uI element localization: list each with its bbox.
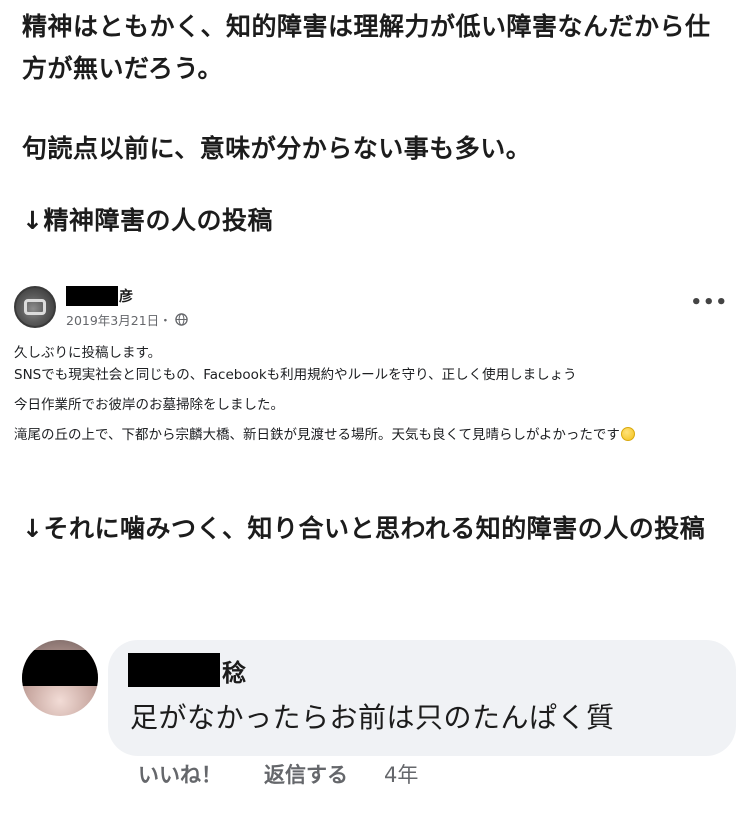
post-line: 久しぶりに投稿します。	[14, 345, 162, 361]
post-author-name[interactable]: 彦	[66, 286, 133, 306]
embedded-post: 彦 2019年3月21日・ ••• 久しぶりに投稿します。 SNSでも現実社会と…	[0, 276, 750, 486]
comment-author-name[interactable]: 稔	[128, 650, 246, 690]
comment-actions: いいね！ 返信する 4年	[138, 758, 418, 790]
post-line-text: 滝尾の丘の上で、下都から宗麟大橋、新日鉄が見渡せる場所。天気も良くて見晴らしがよ…	[14, 427, 620, 443]
redaction-bar	[128, 653, 220, 687]
globe-icon	[174, 313, 188, 326]
redaction-bar	[66, 286, 118, 306]
post-line: 滝尾の丘の上で、下都から宗麟大橋、新日鉄が見渡せる場所。天気も良くて見晴らしがよ…	[14, 424, 744, 446]
comment-text: 足がなかったらお前は只のたんぱく質	[130, 701, 615, 734]
comment-timestamp[interactable]: 4年	[384, 759, 418, 789]
post-line: 今日作業所でお彼岸のお墓掃除をしました。	[14, 397, 284, 413]
post-body: 久しぶりに投稿します。 SNSでも現実社会と同じもの、Facebookも利用規約…	[14, 342, 744, 446]
post-author-avatar[interactable]	[14, 286, 56, 328]
comment-author-avatar[interactable]	[22, 640, 98, 716]
intro-paragraph-1: 精神はともかく、知的障害は理解力が低い障害なんだから仕方が無いだろう。	[22, 12, 711, 83]
redaction-bar	[22, 650, 98, 686]
reply-button[interactable]: 返信する	[264, 759, 348, 789]
like-button[interactable]: いいね！	[138, 759, 222, 789]
post-meta: 2019年3月21日・	[66, 310, 188, 329]
comment-author-name-suffix: 稔	[222, 658, 246, 687]
post-author-name-suffix: 彦	[119, 289, 133, 305]
label-mental-post: ↓精神障害の人の投稿	[22, 206, 273, 235]
smiley-icon	[620, 427, 635, 441]
intro-paragraph-2: 句読点以前に、意味が分からない事も多い。	[22, 134, 532, 163]
comment-bubble: 稔 足がなかったらお前は只のたんぱく質	[108, 640, 736, 756]
post-line: SNSでも現実社会と同じもの、Facebookも利用規約やルールを守り、正しく使…	[14, 367, 577, 383]
post-date[interactable]: 2019年3月21日・	[66, 310, 172, 329]
label-intellectual-post: ↓それに噛みつく、知り合いと思われる知的障害の人の投稿	[22, 514, 706, 543]
more-options-icon[interactable]: •••	[690, 292, 728, 313]
